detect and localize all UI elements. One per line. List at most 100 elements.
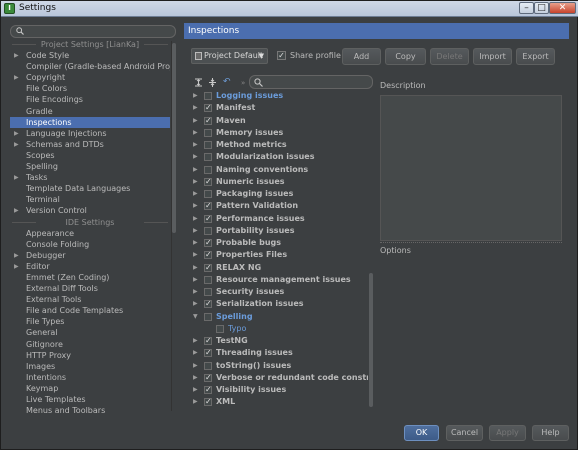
chevron-right-icon[interactable]: ▶ — [14, 205, 19, 216]
sidebar-item[interactable]: External Tools — [10, 294, 170, 305]
chevron-right-icon[interactable]: ▶ — [193, 188, 198, 200]
minimize-button[interactable]: – — [519, 2, 534, 14]
inspection-row[interactable]: ▶ Memory issues — [188, 127, 368, 139]
chevron-right-icon[interactable]: ▶ — [193, 298, 198, 310]
settings-search-input[interactable] — [10, 25, 176, 38]
inspection-row[interactable]: ▶ Packaging issues — [188, 188, 368, 200]
inspection-row[interactable]: ▶ toString() issues — [188, 360, 368, 372]
chevron-right-icon[interactable]: ▶ — [14, 72, 19, 83]
inspection-checkbox[interactable] — [204, 312, 212, 321]
inspection-checkbox[interactable]: ✓ — [204, 300, 212, 309]
inspection-checkbox[interactable]: ✓ — [204, 202, 212, 211]
expand-all-icon[interactable] — [194, 78, 203, 87]
export-button[interactable]: Export — [516, 48, 555, 65]
sidebar-item[interactable]: External Diff Tools — [10, 283, 170, 294]
chevron-right-icon[interactable]: ▶ — [193, 225, 198, 237]
inspection-row[interactable]: ▶ Resource management issues — [188, 274, 368, 286]
inspection-checkbox[interactable]: ✓ — [204, 116, 212, 125]
cancel-button[interactable]: Cancel — [446, 425, 483, 441]
inspection-checkbox[interactable]: ✓ — [204, 337, 212, 345]
sidebar-item[interactable]: Template Data Languages — [10, 183, 170, 194]
chevron-right-icon[interactable]: ▶ — [14, 261, 19, 272]
inspections-search-input[interactable] — [249, 75, 373, 89]
inspection-checkbox[interactable]: ✓ — [204, 373, 212, 382]
inspection-row[interactable]: ▶ ✓ Properties Files — [188, 249, 368, 261]
sidebar-item[interactable]: ▶ Editor — [10, 261, 170, 272]
inspections-scroll-thumb[interactable] — [369, 273, 373, 407]
import-button[interactable]: Import — [473, 48, 512, 65]
inspection-row[interactable]: ▶ ✓ Maven — [188, 115, 368, 127]
chevron-right-icon[interactable]: ▶ — [193, 347, 198, 359]
inspection-row[interactable]: ▼ Spelling — [188, 311, 368, 323]
inspection-checkbox[interactable] — [204, 128, 212, 137]
inspection-row[interactable]: ▶ Portability issues — [188, 225, 368, 237]
profile-select[interactable]: Project Default ▼ — [191, 48, 268, 64]
inspection-row[interactable]: ▶ ✓ Numeric issues — [188, 176, 368, 188]
sidebar-item[interactable]: Compiler (Gradle-based Android Proje... — [10, 61, 170, 72]
sidebar-item[interactable]: Gitignore — [10, 339, 170, 350]
inspection-row[interactable]: ▶ Naming conventions — [188, 164, 368, 176]
sidebar-item[interactable]: HTTP Proxy — [10, 350, 170, 361]
inspection-row[interactable]: ▶ Method metrics — [188, 139, 368, 151]
inspection-checkbox[interactable] — [204, 165, 212, 174]
sidebar-item[interactable]: File Encodings — [10, 94, 170, 105]
inspection-checkbox[interactable] — [204, 190, 212, 198]
chevron-right-icon[interactable]: ▶ — [193, 102, 198, 114]
inspection-checkbox[interactable]: ✓ — [204, 349, 212, 358]
chevron-right-icon[interactable]: ▶ — [193, 335, 198, 347]
sidebar-item[interactable]: ▶ Version Control — [10, 205, 170, 216]
chevron-right-icon[interactable]: ▶ — [14, 128, 19, 139]
inspection-checkbox[interactable] — [204, 141, 212, 149]
inspection-row[interactable]: ▶ ✓ Pattern Validation — [188, 200, 368, 212]
sidebar-item[interactable]: ▶ Debugger — [10, 250, 170, 261]
inspection-row[interactable]: ▶ ✓ TestNG — [188, 335, 368, 347]
sidebar-item[interactable]: Keymap — [10, 383, 170, 394]
reset-icon[interactable]: ↶ — [223, 77, 232, 87]
apply-button[interactable]: Apply — [489, 425, 526, 441]
inspection-checkbox[interactable]: ✓ — [204, 263, 212, 272]
sidebar-item[interactable]: Gradle — [10, 106, 170, 117]
inspection-row[interactable]: ▶ ✓ Manifest — [188, 102, 368, 114]
delete-button[interactable]: Delete — [430, 48, 469, 65]
chevron-right-icon[interactable]: ▶ — [193, 127, 198, 139]
sidebar-item[interactable]: Scopes — [10, 150, 170, 161]
inspection-checkbox[interactable]: ✓ — [204, 398, 212, 407]
collapse-all-icon[interactable] — [208, 78, 217, 87]
close-button[interactable]: ✕ — [549, 2, 576, 14]
sidebar-item[interactable]: Intentions — [10, 372, 170, 383]
copy-button[interactable]: Copy — [385, 48, 426, 65]
chevron-right-icon[interactable]: ▶ — [193, 139, 198, 151]
sidebar-item[interactable]: ▶ Code Style — [10, 50, 170, 61]
sidebar-item[interactable]: ▶ Language Injections — [10, 128, 170, 139]
maximize-button[interactable]: □ — [534, 2, 549, 14]
inspection-row[interactable]: ▶ ✓ RELAX NG — [188, 262, 368, 274]
inspection-checkbox[interactable] — [204, 288, 212, 296]
chevron-right-icon[interactable]: ▶ — [193, 396, 198, 408]
sidebar-item[interactable]: Spelling — [10, 161, 170, 172]
inspection-row[interactable]: ▶ ✓ Threading issues — [188, 347, 368, 359]
title-bar[interactable]: I Settings – □ ✕ — [1, 1, 578, 17]
panel-divider[interactable] — [380, 242, 562, 244]
chevron-right-icon[interactable]: ▶ — [193, 237, 198, 249]
inspection-checkbox[interactable] — [216, 324, 224, 333]
inspection-row[interactable]: ▶ ✓ Serialization issues — [188, 298, 368, 310]
settings-tree-scroll-thumb[interactable] — [172, 43, 176, 233]
chevron-right-icon[interactable]: ▶ — [193, 286, 198, 298]
inspection-row[interactable]: ▶ ✓ Visibility issues — [188, 384, 368, 396]
inspection-checkbox[interactable]: ✓ — [204, 251, 212, 260]
chevron-right-icon[interactable]: ▶ — [193, 200, 198, 212]
inspection-checkbox[interactable]: ✓ — [204, 177, 212, 186]
inspection-checkbox[interactable] — [204, 275, 212, 284]
sidebar-item[interactable]: ▶ Schemas and DTDs — [10, 139, 170, 150]
inspection-row[interactable]: ▶ Logging issues — [188, 90, 368, 102]
ok-button[interactable]: OK — [404, 425, 439, 441]
sidebar-item[interactable]: Images — [10, 361, 170, 372]
chevron-right-icon[interactable]: ▶ — [193, 372, 198, 384]
chevron-right-icon[interactable]: ▶ — [193, 176, 198, 188]
inspection-checkbox[interactable] — [204, 361, 212, 370]
inspection-row[interactable]: ▶ ✓ Probable bugs — [188, 237, 368, 249]
help-button[interactable]: Help — [532, 425, 569, 441]
chevron-right-icon[interactable]: ▶ — [193, 262, 198, 274]
chevron-right-icon[interactable]: ▶ — [14, 172, 19, 183]
chevron-right-icon[interactable]: ▶ — [14, 250, 19, 261]
